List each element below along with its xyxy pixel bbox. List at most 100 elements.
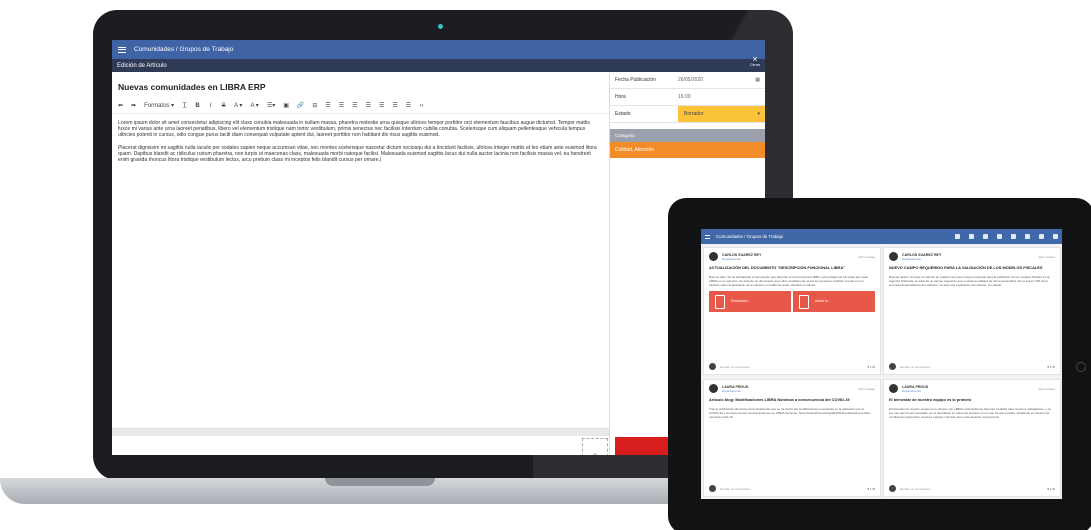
hamburger-menu-icon[interactable]: [705, 234, 710, 239]
align-left-icon[interactable]: ☰: [379, 102, 384, 109]
align-center-icon[interactable]: ☰: [392, 102, 397, 109]
post-card[interactable]: CARLOS SUAREZ REY Departamento dd/mm/aaaa…: [703, 247, 881, 375]
field-label: Fecha Publicación: [615, 77, 656, 83]
post-date: dd/mm/aaaa: [1038, 254, 1055, 259]
hamburger-menu-icon[interactable]: [118, 46, 126, 53]
camera-dot: [438, 24, 443, 29]
edit-article-bar: Edición de Artículo × Cerrar: [112, 55, 765, 72]
avatar: [709, 485, 716, 492]
post-card[interactable]: LAURA PROUS Departamento dd/mm/aaaa Artíc…: [703, 379, 881, 497]
author-name: CARLOS SUAREZ REY: [722, 252, 762, 257]
indent-icon[interactable]: ☰: [366, 102, 371, 109]
user-icon[interactable]: [1039, 234, 1044, 239]
device-mockup-scene: Comunidades / Grupos de Trabajo Edición …: [0, 0, 1091, 530]
post-text: Buenas tardes: Os dejo un cambio en rela…: [889, 274, 1050, 287]
time-field[interactable]: Hora 16:00: [610, 89, 765, 106]
italic-icon[interactable]: I: [208, 103, 213, 109]
status-select[interactable]: Estado Borrador ▾: [610, 106, 765, 123]
bullet-list-icon[interactable]: ☰: [325, 102, 330, 109]
field-value: 26/05/2020: [678, 77, 704, 83]
author-name: CARLOS SUAREZ REY: [902, 252, 942, 257]
numbered-list-icon[interactable]: ☰: [339, 102, 344, 109]
post-title: Artículo blog: Modificaciones LIBRA Nómi…: [709, 397, 850, 402]
topbar-actions: [955, 234, 1058, 239]
comment-bar: Escribe un comentario... ♥ 1 ♻: [889, 363, 1055, 370]
close-label: Cerrar: [750, 63, 760, 68]
media-icon[interactable]: ⊟: [312, 102, 317, 109]
comment-bar: Escribe un comentario... ♥ 1 ♻: [889, 485, 1055, 492]
align-right-icon[interactable]: ☰: [406, 102, 411, 109]
search-icon[interactable]: [969, 234, 974, 239]
avatar: [709, 252, 718, 261]
post-title: El bienestar de nuestro equipo es lo pri…: [889, 397, 972, 402]
clear-format-icon[interactable]: T̲: [182, 103, 187, 109]
publish-date-field[interactable]: Fecha Publicación 26/05/2020 ▦: [610, 72, 765, 89]
breadcrumb: Comunidades / Grupos de Trabajo: [134, 46, 234, 53]
grid-icon[interactable]: [1053, 234, 1058, 239]
tablet-topbar: Comunidades / Grupos de Trabajo: [701, 229, 1062, 244]
post-card[interactable]: LAURA PROUS Departamento dd/mm/aaaa El bi…: [883, 379, 1061, 497]
comment-bar: Escribe un comentario... ♥ 1 ♻: [709, 363, 875, 370]
article-title-input[interactable]: Nuevas comunidades en LIBRA ERP: [112, 72, 609, 98]
editor-status-bar[interactable]: [112, 428, 609, 436]
avatar: [709, 384, 718, 393]
redo-icon[interactable]: ➡: [131, 102, 136, 109]
strikethrough-icon[interactable]: S: [221, 103, 226, 109]
author-department: Departamento: [722, 388, 742, 393]
comment-bar: Escribe un comentario... ♥ 1 ♻: [709, 485, 875, 492]
article-body-editor[interactable]: Lorem ipsum dolor sit amet consectetur a…: [112, 114, 609, 175]
like-counter[interactable]: ♥ 1 ♻: [867, 365, 875, 369]
author-department: Departamento: [902, 388, 922, 393]
post-date: dd/mm/aaaa: [858, 254, 875, 259]
text-color-icon[interactable]: A ▾: [234, 102, 242, 109]
table-icon[interactable]: ☰▾: [267, 102, 275, 109]
highlight-color-icon[interactable]: A ▾: [250, 102, 258, 109]
author-department: Departamento: [902, 256, 922, 261]
app-topbar: Comunidades / Grupos de Trabajo: [112, 40, 765, 59]
body-paragraph: Placerat dignissim mi sagittis nulla iac…: [118, 144, 597, 164]
image-icon[interactable]: ▣: [283, 102, 289, 109]
editor-toolbar: ⬅ ➡ Formatos ▾ T̲ B I S A ▾ A ▾ ☰▾ ▣ 🔗 ⊟…: [112, 98, 609, 114]
edit-icon[interactable]: [955, 234, 960, 239]
article-editor: Nuevas comunidades en LIBRA ERP ⬅ ➡ Form…: [112, 72, 609, 455]
undo-icon[interactable]: ⬅: [118, 102, 123, 109]
chat-icon[interactable]: [1011, 234, 1016, 239]
like-counter[interactable]: ♥ 1 ♻: [1047, 487, 1055, 491]
body-paragraph: Lorem ipsum dolor sit amet consectetur a…: [118, 120, 590, 139]
document-icon[interactable]: [983, 234, 988, 239]
image-upload-dropzone[interactable]: [582, 438, 608, 455]
comment-input[interactable]: Escribe un comentario...: [720, 487, 752, 491]
link-icon[interactable]: 🔗: [297, 102, 304, 109]
author-name: LAURA PROUS: [902, 384, 929, 389]
like-counter[interactable]: ♥ 1 ♻: [1047, 365, 1055, 369]
post-card[interactable]: CARLOS SUAREZ REY Departamento dd/mm/aaaa…: [883, 247, 1061, 375]
category-header: Categoría: [610, 129, 765, 142]
avatar: [889, 363, 896, 370]
star-icon[interactable]: [997, 234, 1002, 239]
comment-input[interactable]: Escribe un comentario...: [720, 365, 752, 369]
close-button[interactable]: × Cerrar: [750, 55, 760, 68]
field-label: Hora: [615, 94, 626, 100]
post-title: NUEVO CAMPO REQUERIDO PARA LA VALIDACIÓN…: [889, 265, 1043, 270]
like-counter[interactable]: ♥ 1 ♻: [867, 487, 875, 491]
comment-input[interactable]: Escribe un comentario...: [900, 365, 932, 369]
outdent-icon[interactable]: ☰: [352, 102, 357, 109]
avatar: [889, 485, 896, 492]
tablet-home-button: [1076, 362, 1086, 372]
post-date: dd/mm/aaaa: [1038, 386, 1055, 391]
chevron-down-icon: ▾: [757, 111, 760, 117]
comment-input[interactable]: Escribe un comentario...: [900, 487, 932, 491]
formats-dropdown[interactable]: Formatos ▾: [144, 102, 174, 109]
attachment-pdf[interactable]: Anexo to...: [793, 290, 875, 312]
breadcrumb: Comunidades / Grupos de Trabajo: [716, 234, 784, 239]
source-code-icon[interactable]: ‹›: [419, 103, 424, 109]
bold-icon[interactable]: B: [195, 103, 200, 109]
attachment-pdf[interactable]: Descripción...: [709, 290, 791, 312]
author-department: Departamento: [722, 256, 742, 261]
calendar-icon[interactable]: ▦: [755, 77, 760, 83]
category-item[interactable]: Calidad, Atención: [610, 142, 765, 158]
post-title: ACTUALIZACIÓN DEL DOCUMENTO "DESCRIPCIÓN…: [709, 265, 845, 270]
bell-icon[interactable]: [1025, 234, 1030, 239]
field-value: 16:00: [678, 94, 691, 100]
field-label: Estado: [610, 106, 678, 122]
